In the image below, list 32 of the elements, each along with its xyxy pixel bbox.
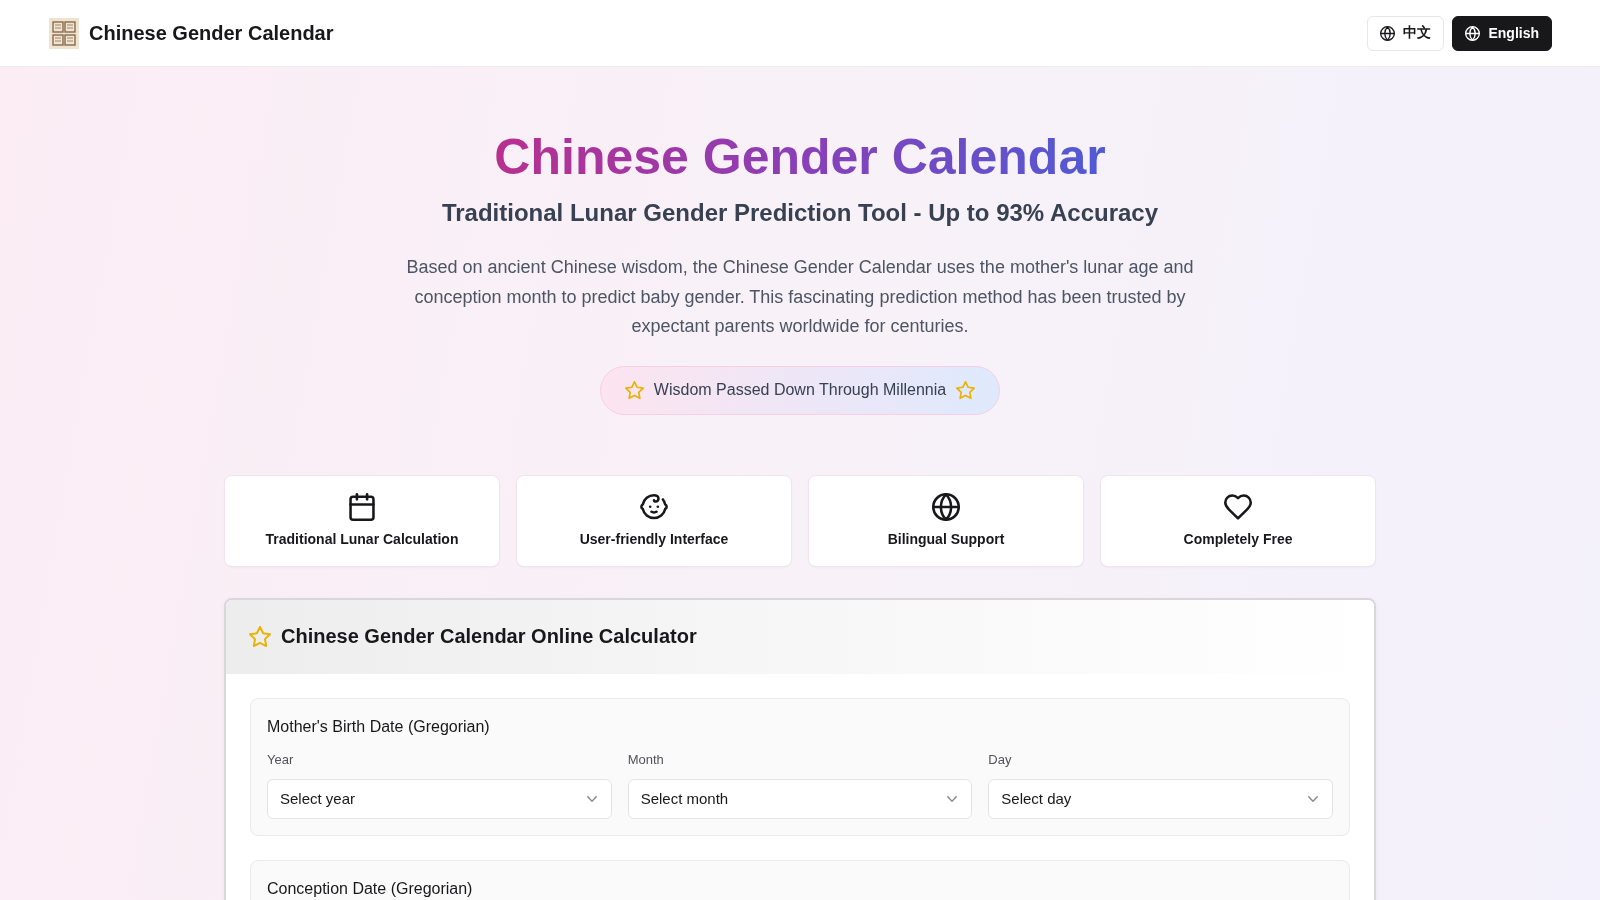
globe-icon — [1465, 25, 1481, 41]
baby-face-icon — [640, 492, 668, 521]
calendar-icon — [348, 492, 376, 521]
field-label: Year — [267, 750, 295, 769]
feature-label: Bilingual Support — [887, 529, 1005, 549]
star-icon — [956, 380, 976, 400]
language-button[interactable]: 中文 — [1367, 15, 1445, 51]
hero-subtitle: Traditional Lunar Gender Prediction Tool - Up to 93% Accuracy — [441, 198, 1159, 228]
chevron-down-icon — [586, 795, 597, 802]
field-label: Day — [988, 750, 1013, 769]
star-icon — [249, 625, 271, 648]
field-label: Month — [627, 750, 665, 769]
site-title: Chinese Gender Calendar — [89, 21, 334, 45]
chevron-down-icon — [1308, 795, 1318, 802]
logo-icon — [49, 17, 79, 49]
select-field[interactable]: Select year — [267, 778, 612, 819]
chevron-down-icon — [947, 795, 958, 802]
select-field[interactable]: Select month — [627, 778, 973, 819]
badge-text: Wisdom Passed Down Through Millennia — [653, 381, 947, 399]
section-title: Conception Date (Gregorian) — [267, 878, 474, 899]
select-field[interactable]: Select day — [988, 778, 1333, 819]
feature-label: User-friendly Interface — [579, 529, 729, 549]
heart-icon — [1224, 492, 1252, 521]
star-icon — [624, 380, 644, 400]
calculator-title: Chinese Gender Calendar Online Calculator — [281, 625, 697, 648]
feature-label: Completely Free — [1183, 529, 1293, 549]
globe-icon — [932, 492, 960, 521]
globe-icon — [1380, 25, 1396, 41]
section-title: Mother's Birth Date (Gregorian) — [267, 716, 491, 737]
language-button[interactable]: English — [1452, 15, 1552, 51]
feature-label: Traditional Lunar Calculation — [265, 529, 459, 549]
hero-description: Based on ancient Chinese wisdom, the Chinese Gender Calendar uses the mother's lunar age and conception month to predict baby gender. This fascinating prediction method has been trusted by expectant parents worldwide for centuries. — [405, 256, 1195, 338]
